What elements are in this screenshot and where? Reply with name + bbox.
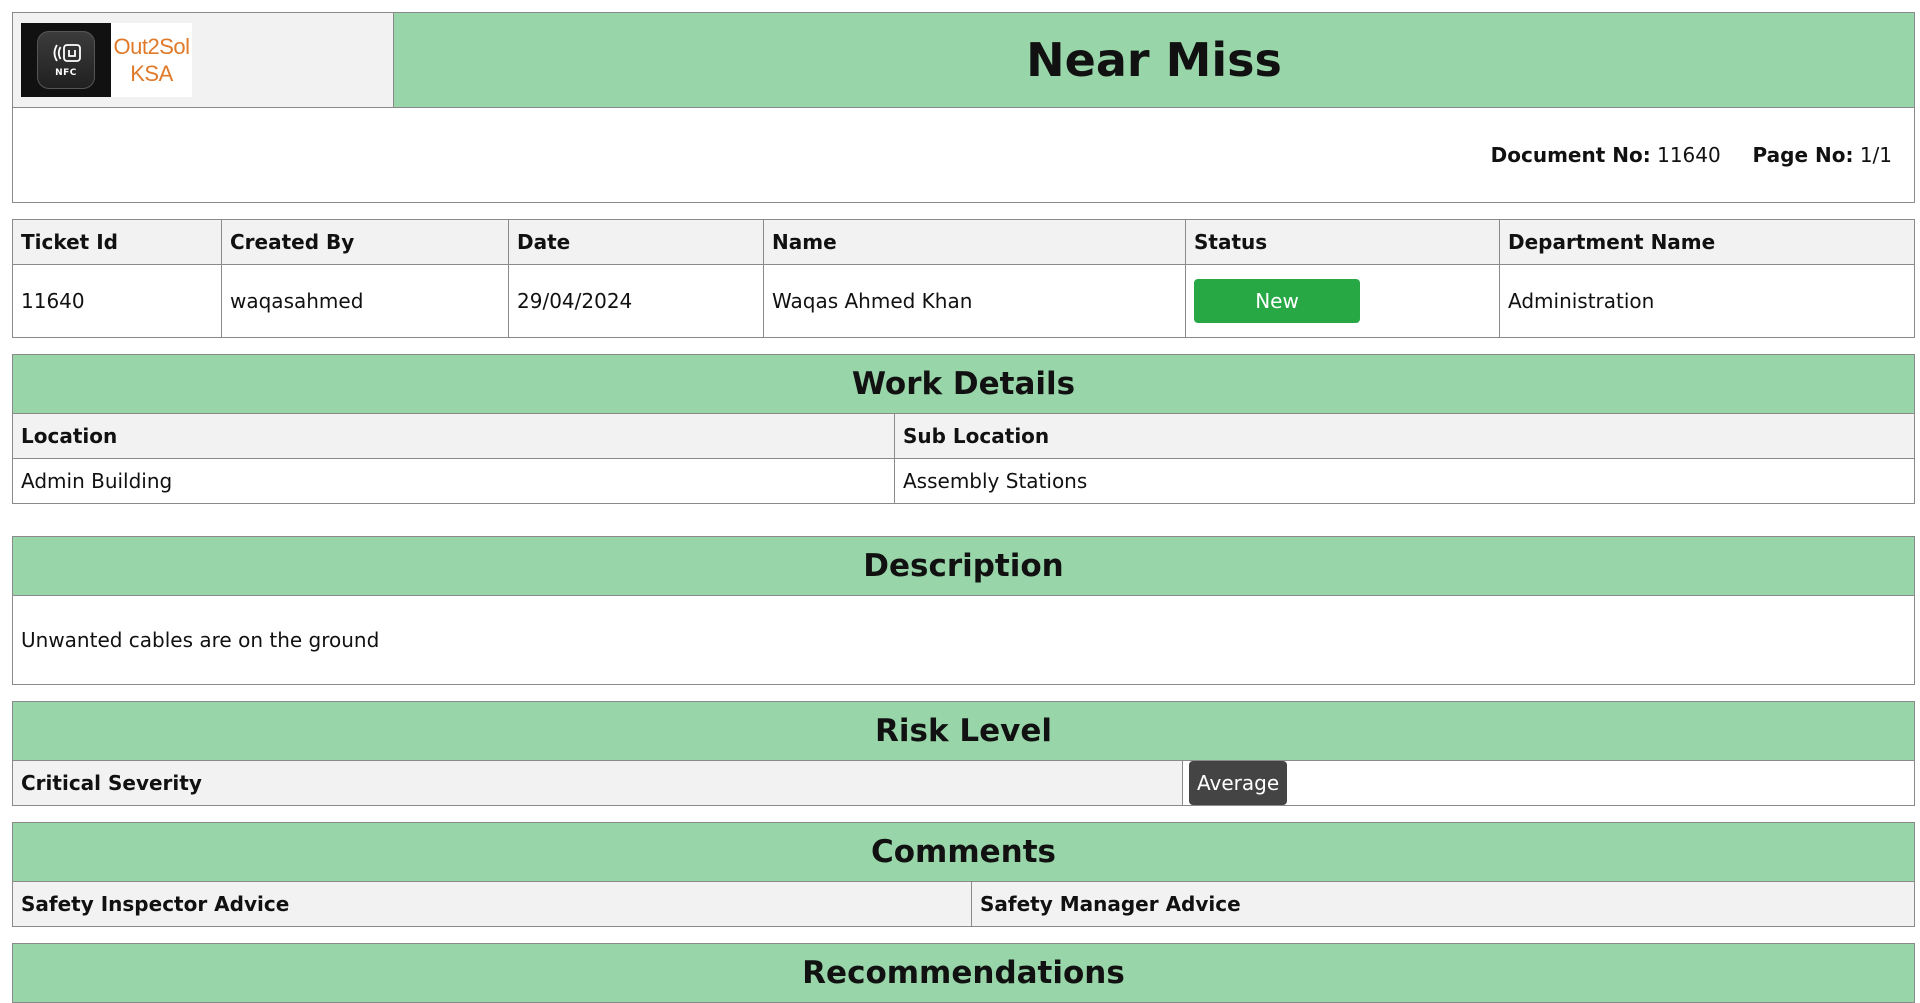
page-no-value: 1/1 — [1859, 143, 1892, 167]
risk-level-badge: Average — [1189, 761, 1288, 805]
description-text: Unwanted cables are on the ground — [12, 595, 1915, 685]
column-header: Date — [508, 219, 764, 265]
description-title: Description — [12, 536, 1915, 596]
column-header: Sub Location — [894, 413, 1915, 459]
created-by: waqasahmed — [221, 264, 509, 338]
column-header: Safety Inspector Advice — [12, 881, 972, 927]
logo-cell: NFC Out2Sol KSA — [12, 12, 394, 108]
company-logo: NFC Out2Sol KSA — [21, 23, 385, 97]
nfc-icon: NFC — [37, 31, 95, 89]
risk-level-section: Risk Level Critical Severity Average — [12, 701, 1915, 806]
comments-section: Comments Safety Inspector Advice Safety … — [12, 822, 1915, 927]
department-name: Administration — [1499, 264, 1915, 338]
column-header: Ticket Id — [12, 219, 222, 265]
risk-value-cell: Average — [1182, 760, 1915, 806]
reporter-name: Waqas Ahmed Khan — [763, 264, 1186, 338]
column-header: Status — [1185, 219, 1500, 265]
status-badge[interactable]: New — [1194, 279, 1360, 323]
location-value: Admin Building — [12, 458, 895, 504]
document-info: Document No: 11640 Page No: 1/1 — [12, 107, 1915, 203]
risk-level-title: Risk Level — [12, 701, 1915, 761]
column-header: Safety Manager Advice — [971, 881, 1915, 927]
document-no-value: 11640 — [1657, 143, 1721, 167]
logo-brand-line1: Out2Sol — [113, 34, 191, 59]
comments-title: Comments — [12, 822, 1915, 882]
column-header: Location — [12, 413, 895, 459]
page-no-label: Page No: — [1752, 143, 1854, 167]
nfc-icon-text: NFC — [55, 68, 77, 78]
near-miss-report: NFC Out2Sol KSA Near Miss Document No: 1… — [12, 12, 1915, 1003]
critical-severity-label: Critical Severity — [12, 760, 1183, 806]
recommendations-title: Recommendations — [12, 943, 1915, 1003]
column-header: Name — [763, 219, 1186, 265]
work-details-title: Work Details — [12, 354, 1915, 414]
work-details-section: Work Details Location Sub Location Admin… — [12, 354, 1915, 504]
report-header: NFC Out2Sol KSA Near Miss Document No: 1… — [12, 12, 1915, 203]
nfc-logo-mark: NFC — [21, 23, 111, 97]
document-no-label: Document No: — [1490, 143, 1651, 167]
ticket-id: 11640 — [12, 264, 222, 338]
ticket-date: 29/04/2024 — [508, 264, 764, 338]
status-cell: New — [1185, 264, 1500, 338]
description-section: Description Unwanted cables are on the g… — [12, 536, 1915, 685]
page-title: Near Miss — [393, 12, 1915, 108]
logo-brand-line2: KSA — [130, 61, 173, 86]
recommendations-section: Recommendations — [12, 943, 1915, 1003]
sub-location-value: Assembly Stations — [894, 458, 1915, 504]
ticket-table: Ticket Id Created By Date Name Status De… — [12, 219, 1915, 338]
column-header: Department Name — [1499, 219, 1915, 265]
column-header: Created By — [221, 219, 509, 265]
logo-wordmark: Out2Sol KSA — [111, 23, 192, 97]
